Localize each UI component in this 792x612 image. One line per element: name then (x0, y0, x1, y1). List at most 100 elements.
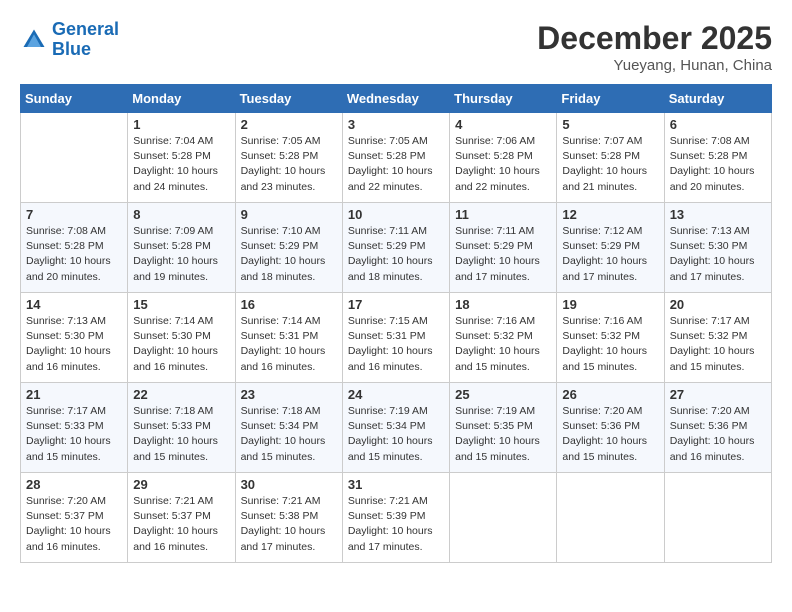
day-info: Sunrise: 7:04 AMSunset: 5:28 PMDaylight:… (133, 134, 229, 195)
calendar-cell (21, 113, 128, 203)
weekday-header-saturday: Saturday (664, 85, 771, 113)
day-number: 23 (241, 387, 337, 402)
day-info: Sunrise: 7:12 AMSunset: 5:29 PMDaylight:… (562, 224, 658, 285)
week-row-2: 7 Sunrise: 7:08 AMSunset: 5:28 PMDaylight… (21, 203, 772, 293)
page-header: General Blue December 2025 Yueyang, Huna… (20, 20, 772, 74)
week-row-4: 21 Sunrise: 7:17 AMSunset: 5:33 PMDayligh… (21, 383, 772, 473)
calendar-cell: 20Sunrise: 7:17 AMSunset: 5:32 PMDayligh… (664, 293, 771, 383)
calendar-cell: 8 Sunrise: 7:09 AMSunset: 5:28 PMDaylight… (128, 203, 235, 293)
day-number: 31 (348, 477, 444, 492)
day-number: 20 (670, 297, 766, 312)
day-number: 18 (455, 297, 551, 312)
day-info: Sunrise: 7:19 AMSunset: 5:34 PMDaylight:… (348, 404, 444, 465)
calendar-cell: 10Sunrise: 7:11 AMSunset: 5:29 PMDayligh… (342, 203, 449, 293)
calendar-cell (557, 473, 664, 563)
calendar-cell: 21 Sunrise: 7:17 AMSunset: 5:33 PMDayligh… (21, 383, 128, 473)
calendar-cell: 23 Sunrise: 7:18 AMSunset: 5:34 PMDayligh… (235, 383, 342, 473)
day-number: 7 (26, 207, 122, 222)
day-info: Sunrise: 7:08 AMSunset: 5:28 PMDaylight:… (26, 224, 122, 285)
weekday-header-monday: Monday (128, 85, 235, 113)
day-number: 9 (241, 207, 337, 222)
day-number: 1 (133, 117, 229, 132)
day-number: 8 (133, 207, 229, 222)
calendar-cell: 12Sunrise: 7:12 AMSunset: 5:29 PMDayligh… (557, 203, 664, 293)
calendar-cell (664, 473, 771, 563)
logo-icon (20, 26, 48, 54)
day-info: Sunrise: 7:13 AMSunset: 5:30 PMDaylight:… (670, 224, 766, 285)
day-info: Sunrise: 7:14 AMSunset: 5:31 PMDaylight:… (241, 314, 337, 375)
month-title: December 2025 (537, 20, 772, 57)
weekday-header-sunday: Sunday (21, 85, 128, 113)
weekday-header-wednesday: Wednesday (342, 85, 449, 113)
week-row-1: 1 Sunrise: 7:04 AMSunset: 5:28 PMDaylight… (21, 113, 772, 203)
day-info: Sunrise: 7:16 AMSunset: 5:32 PMDaylight:… (562, 314, 658, 375)
day-info: Sunrise: 7:14 AMSunset: 5:30 PMDaylight:… (133, 314, 229, 375)
calendar-cell (450, 473, 557, 563)
calendar-cell: 27 Sunrise: 7:20 AMSunset: 5:36 PMDayligh… (664, 383, 771, 473)
calendar-cell: 26Sunrise: 7:20 AMSunset: 5:36 PMDayligh… (557, 383, 664, 473)
calendar-cell: 4 Sunrise: 7:06 AMSunset: 5:28 PMDaylight… (450, 113, 557, 203)
day-info: Sunrise: 7:08 AMSunset: 5:28 PMDaylight:… (670, 134, 766, 195)
day-info: Sunrise: 7:15 AMSunset: 5:31 PMDaylight:… (348, 314, 444, 375)
location-subtitle: Yueyang, Hunan, China (537, 57, 772, 74)
week-row-3: 14Sunrise: 7:13 AMSunset: 5:30 PMDayligh… (21, 293, 772, 383)
day-number: 24 (348, 387, 444, 402)
calendar-cell: 24 Sunrise: 7:19 AMSunset: 5:34 PMDayligh… (342, 383, 449, 473)
day-info: Sunrise: 7:09 AMSunset: 5:28 PMDaylight:… (133, 224, 229, 285)
day-info: Sunrise: 7:21 AMSunset: 5:37 PMDaylight:… (133, 494, 229, 555)
weekday-header-thursday: Thursday (450, 85, 557, 113)
calendar-cell: 25 Sunrise: 7:19 AMSunset: 5:35 PMDayligh… (450, 383, 557, 473)
day-number: 4 (455, 117, 551, 132)
calendar-cell: 30 Sunrise: 7:21 AMSunset: 5:38 PMDayligh… (235, 473, 342, 563)
day-info: Sunrise: 7:16 AMSunset: 5:32 PMDaylight:… (455, 314, 551, 375)
calendar-cell: 17 Sunrise: 7:15 AMSunset: 5:31 PMDayligh… (342, 293, 449, 383)
day-info: Sunrise: 7:05 AMSunset: 5:28 PMDaylight:… (348, 134, 444, 195)
calendar-cell: 16Sunrise: 7:14 AMSunset: 5:31 PMDayligh… (235, 293, 342, 383)
day-info: Sunrise: 7:10 AMSunset: 5:29 PMDaylight:… (241, 224, 337, 285)
calendar-cell: 29 Sunrise: 7:21 AMSunset: 5:37 PMDayligh… (128, 473, 235, 563)
calendar-cell: 19 Sunrise: 7:16 AMSunset: 5:32 PMDayligh… (557, 293, 664, 383)
day-info: Sunrise: 7:13 AMSunset: 5:30 PMDaylight:… (26, 314, 122, 375)
day-info: Sunrise: 7:06 AMSunset: 5:28 PMDaylight:… (455, 134, 551, 195)
day-number: 22 (133, 387, 229, 402)
day-info: Sunrise: 7:21 AMSunset: 5:38 PMDaylight:… (241, 494, 337, 555)
calendar-cell: 18 Sunrise: 7:16 AMSunset: 5:32 PMDayligh… (450, 293, 557, 383)
calendar-cell: 3 Sunrise: 7:05 AMSunset: 5:28 PMDaylight… (342, 113, 449, 203)
day-info: Sunrise: 7:18 AMSunset: 5:33 PMDaylight:… (133, 404, 229, 465)
day-number: 30 (241, 477, 337, 492)
calendar-cell: 6 Sunrise: 7:08 AMSunset: 5:28 PMDaylight… (664, 113, 771, 203)
day-number: 13 (670, 207, 766, 222)
calendar-cell: 14Sunrise: 7:13 AMSunset: 5:30 PMDayligh… (21, 293, 128, 383)
day-number: 25 (455, 387, 551, 402)
day-info: Sunrise: 7:20 AMSunset: 5:36 PMDaylight:… (670, 404, 766, 465)
day-number: 15 (133, 297, 229, 312)
weekday-header-friday: Friday (557, 85, 664, 113)
day-number: 10 (348, 207, 444, 222)
day-number: 27 (670, 387, 766, 402)
calendar-cell: 2Sunrise: 7:05 AMSunset: 5:28 PMDaylight… (235, 113, 342, 203)
day-info: Sunrise: 7:17 AMSunset: 5:33 PMDaylight:… (26, 404, 122, 465)
day-info: Sunrise: 7:18 AMSunset: 5:34 PMDaylight:… (241, 404, 337, 465)
logo-text: General Blue (52, 20, 119, 60)
day-number: 19 (562, 297, 658, 312)
logo: General Blue (20, 20, 119, 60)
day-number: 6 (670, 117, 766, 132)
calendar-table: SundayMondayTuesdayWednesdayThursdayFrid… (20, 84, 772, 563)
day-number: 2 (241, 117, 337, 132)
day-number: 3 (348, 117, 444, 132)
day-info: Sunrise: 7:20 AMSunset: 5:36 PMDaylight:… (562, 404, 658, 465)
day-number: 21 (26, 387, 122, 402)
day-number: 29 (133, 477, 229, 492)
calendar-cell: 31 Sunrise: 7:21 AMSunset: 5:39 PMDayligh… (342, 473, 449, 563)
week-row-5: 28Sunrise: 7:20 AMSunset: 5:37 PMDayligh… (21, 473, 772, 563)
day-info: Sunrise: 7:11 AMSunset: 5:29 PMDaylight:… (455, 224, 551, 285)
day-number: 17 (348, 297, 444, 312)
day-info: Sunrise: 7:21 AMSunset: 5:39 PMDaylight:… (348, 494, 444, 555)
day-info: Sunrise: 7:19 AMSunset: 5:35 PMDaylight:… (455, 404, 551, 465)
calendar-cell: 7 Sunrise: 7:08 AMSunset: 5:28 PMDaylight… (21, 203, 128, 293)
calendar-cell: 22 Sunrise: 7:18 AMSunset: 5:33 PMDayligh… (128, 383, 235, 473)
calendar-cell: 11Sunrise: 7:11 AMSunset: 5:29 PMDayligh… (450, 203, 557, 293)
calendar-cell: 28Sunrise: 7:20 AMSunset: 5:37 PMDayligh… (21, 473, 128, 563)
weekday-header-tuesday: Tuesday (235, 85, 342, 113)
day-info: Sunrise: 7:07 AMSunset: 5:28 PMDaylight:… (562, 134, 658, 195)
